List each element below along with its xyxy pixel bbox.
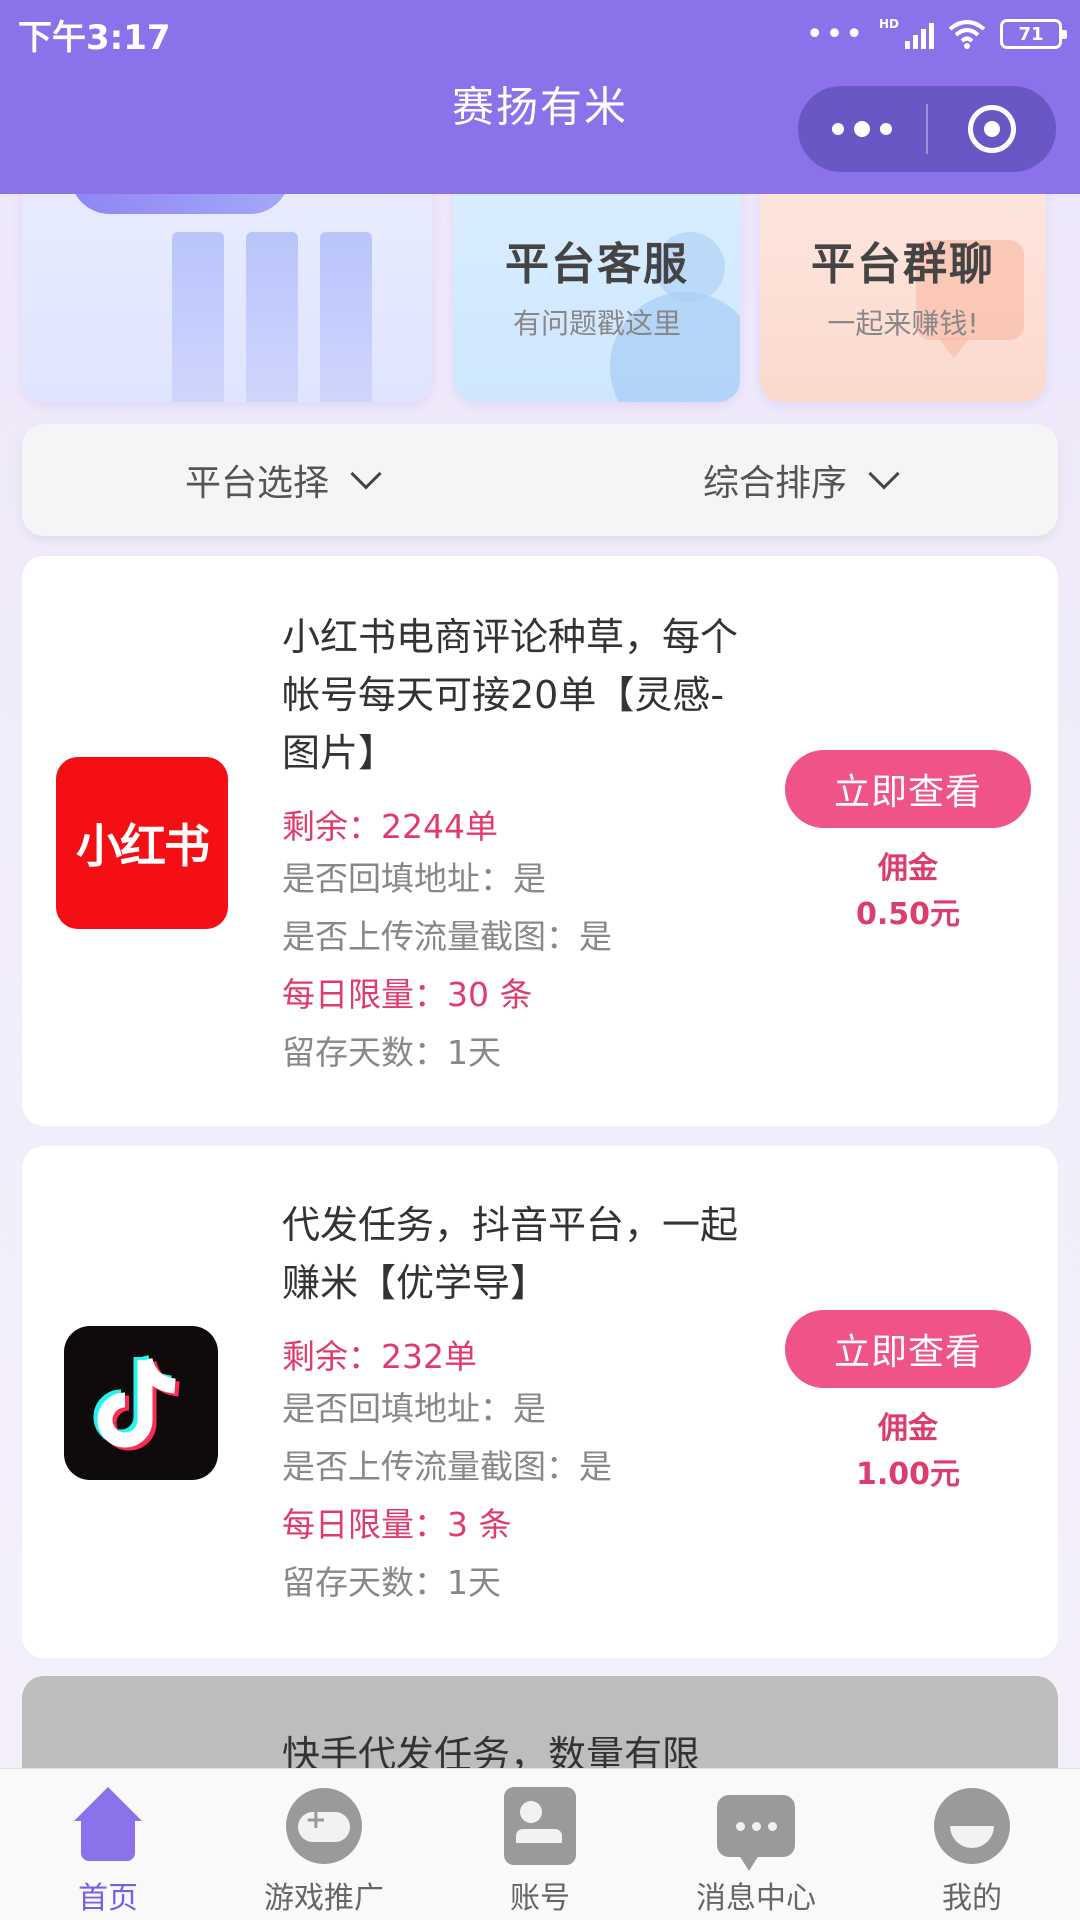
- home-icon: [69, 1787, 147, 1865]
- task-upload-screenshot: 是否上传流量截图：是: [282, 1447, 612, 1486]
- xiaohongshu-logo-icon: 小红书: [56, 757, 228, 929]
- banner-deco: [320, 232, 372, 402]
- miniapp-capsule: [798, 86, 1056, 172]
- signal-icon: [905, 19, 934, 49]
- commission-label: 佣金: [878, 1411, 938, 1446]
- battery-level: 71: [1018, 23, 1044, 45]
- platform-filter-dropdown[interactable]: 平台选择: [22, 424, 540, 536]
- account-card-icon: [504, 1787, 576, 1865]
- tab-messages[interactable]: 消息中心: [648, 1769, 864, 1920]
- commission-label: 佣金: [878, 851, 938, 886]
- banner-deco: [246, 232, 298, 402]
- sort-label: 综合排序: [702, 463, 847, 504]
- task-retention: 留存天数：1天: [282, 1033, 501, 1072]
- hd-icon: HD: [878, 17, 899, 31]
- tab-messages-label: 消息中心: [696, 1881, 816, 1916]
- more-options-button[interactable]: [798, 86, 926, 172]
- sort-dropdown[interactable]: 综合排序: [540, 424, 1058, 536]
- tab-game-promotion[interactable]: 游戏推广: [216, 1769, 432, 1920]
- task-title: 代发任务，抖音平台，一起赚米【优学导】: [282, 1203, 739, 1305]
- battery-icon: 71: [1000, 19, 1067, 49]
- customer-service-subtitle: 有问题戳这里: [512, 307, 681, 340]
- task-daily-limit: 每日限量：30 条: [282, 975, 533, 1014]
- tab-home-label: 首页: [78, 1881, 138, 1916]
- chevron-down-icon: [868, 458, 900, 490]
- wifi-icon: [948, 20, 986, 49]
- task-upload-screenshot: 是否上传流量截图：是: [282, 917, 612, 956]
- task-remaining: 剩余：232单: [282, 1337, 477, 1376]
- chevron-down-icon: [350, 458, 382, 490]
- task-daily-limit: 每日限量：3 条: [282, 1505, 512, 1544]
- view-now-button[interactable]: 立即查看: [785, 750, 1031, 828]
- app-header: 下午3:17 ••• HD 71 赛扬有米: [0, 0, 1080, 194]
- tiktok-note-icon: [93, 1354, 181, 1451]
- profile-icon: [934, 1788, 1010, 1864]
- tab-profile[interactable]: 我的: [864, 1769, 1080, 1920]
- commission: 佣金 1.00元: [785, 1406, 1031, 1498]
- more-dots-icon: •••: [805, 16, 865, 52]
- gamepad-icon: [286, 1788, 362, 1864]
- target-icon: [968, 105, 1016, 153]
- bottom-tab-bar: 首页 游戏推广 账号 消息中心 我的: [0, 1768, 1080, 1920]
- task-title: 小红书电商评论种草，每个帐号每天可接20单【灵感-图片】: [282, 615, 739, 775]
- platform-filter-label: 平台选择: [184, 463, 329, 504]
- banner-deco: [172, 232, 224, 402]
- commission: 佣金 0.50元: [785, 846, 1031, 938]
- status-bar: 下午3:17 ••• HD 71: [0, 0, 1080, 66]
- tab-home[interactable]: 首页: [0, 1769, 216, 1920]
- close-miniapp-button[interactable]: [928, 86, 1056, 172]
- tab-account-label: 账号: [510, 1881, 570, 1916]
- status-time: 下午3:17: [18, 18, 171, 58]
- task-fill-address: 是否回填地址：是: [282, 859, 546, 898]
- tab-game-promotion-label: 游戏推广: [264, 1881, 384, 1916]
- status-icons: ••• HD 71: [805, 14, 1067, 54]
- task-card[interactable]: 代发任务，抖音平台，一起赚米【优学导】 剩余：232单 是否回填地址：是 是否上…: [22, 1146, 1058, 1658]
- task-retention: 留存天数：1天: [282, 1563, 501, 1602]
- task-remaining: 剩余：2244单: [282, 807, 498, 846]
- message-icon: [717, 1795, 795, 1871]
- filter-bar: 平台选择 综合排序: [22, 424, 1058, 536]
- commission-value: 1.00元: [855, 1457, 961, 1492]
- tab-profile-label: 我的: [942, 1881, 1002, 1916]
- customer-service-title: 平台客服: [505, 239, 689, 290]
- douyin-logo-icon: [64, 1326, 218, 1480]
- task-fill-address: 是否回填地址：是: [282, 1389, 546, 1428]
- commission-value: 0.50元: [855, 897, 961, 932]
- group-chat-subtitle: 一起来赚钱!: [827, 307, 979, 340]
- group-chat-title: 平台群聊: [811, 239, 995, 290]
- view-now-button[interactable]: 立即查看: [785, 1310, 1031, 1388]
- tab-account[interactable]: 账号: [432, 1769, 648, 1920]
- task-card[interactable]: 小红书 小红书电商评论种草，每个帐号每天可接20单【灵感-图片】 剩余：2244…: [22, 556, 1058, 1126]
